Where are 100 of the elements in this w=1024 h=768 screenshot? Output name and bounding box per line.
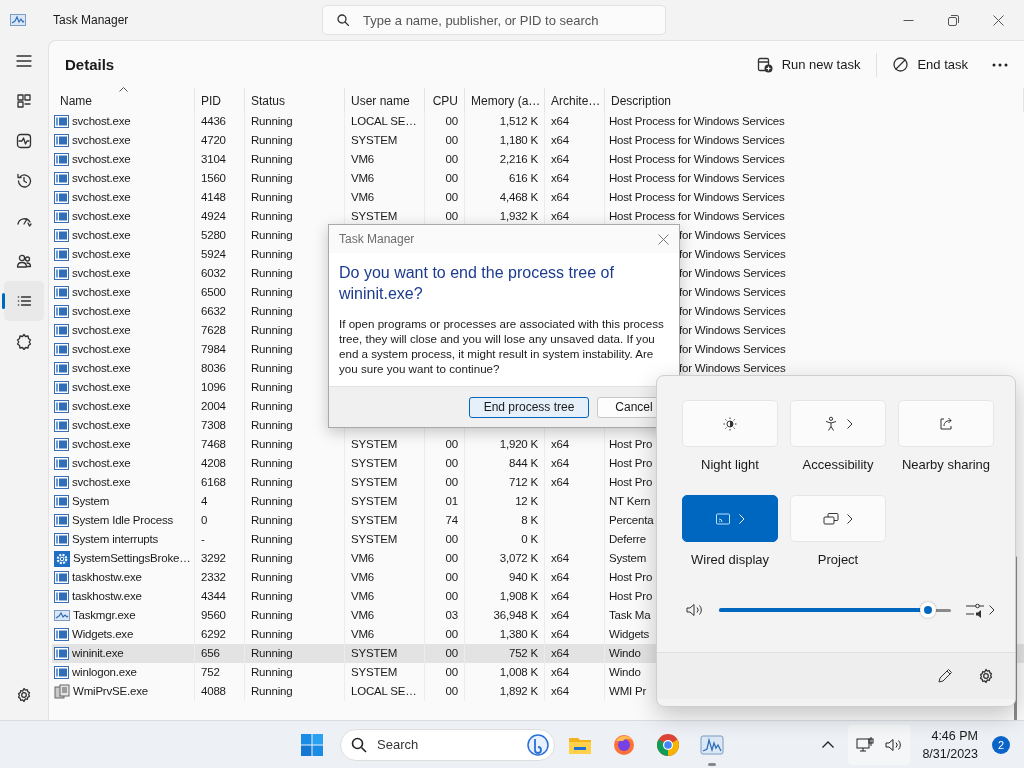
table-cell: SYSTEM bbox=[351, 647, 398, 659]
table-cell: x64 bbox=[551, 590, 569, 602]
table-cell: Running bbox=[251, 324, 293, 336]
table-cell-text: svchost.exe bbox=[72, 456, 131, 471]
window-icon bbox=[54, 286, 69, 299]
window-icon bbox=[54, 229, 69, 242]
table-row[interactable]: svchost.exe 1560 Running VM6 00 616 K x64 Host Process for Windows Services bbox=[52, 169, 1024, 188]
tile-label: Night light bbox=[701, 457, 759, 472]
pencil-icon[interactable] bbox=[937, 668, 953, 684]
table-cell-text: svchost.exe bbox=[72, 133, 131, 148]
search-field[interactable]: Search bbox=[340, 728, 555, 761]
table-cell: NT Kern bbox=[609, 495, 651, 507]
notification-badge[interactable]: 2 bbox=[992, 735, 1010, 754]
chevron-up-icon[interactable] bbox=[822, 741, 835, 748]
tray-button[interactable] bbox=[848, 724, 911, 765]
window-icon bbox=[54, 115, 69, 128]
table-row[interactable]: System 4 Running SYSTEM 01 12 K NT Kern bbox=[52, 492, 1024, 511]
quick-toggle[interactable] bbox=[682, 495, 778, 542]
table-cell: SYSTEM bbox=[351, 457, 398, 469]
table-cell: VM6 bbox=[351, 172, 375, 184]
table-cell: for Windows Services bbox=[679, 343, 786, 355]
table-cell: 2332 bbox=[201, 571, 226, 583]
table-row[interactable]: Taskmgr.exe 9560 Running VM6 03 36,948 K x64 Task Ma bbox=[52, 606, 1024, 625]
window-icon bbox=[54, 533, 69, 546]
clock-date: 8/31/2023 bbox=[922, 745, 978, 763]
table-cell: 4344 bbox=[201, 590, 226, 602]
chart-icon bbox=[54, 609, 70, 622]
column-header[interactable]: PID bbox=[201, 94, 221, 108]
end-task-button[interactable]: End task bbox=[883, 48, 978, 81]
history-icon bbox=[15, 172, 33, 190]
table-cell: Windo bbox=[609, 647, 641, 659]
column-header[interactable]: User name bbox=[351, 94, 410, 108]
table-row[interactable]: System Idle Process 0 Running SYSTEM 74 8 K Percenta bbox=[52, 511, 1024, 530]
search-icon bbox=[351, 736, 367, 753]
window-icon bbox=[54, 590, 69, 603]
table-row[interactable]: svchost.exe 4720 Running SYSTEM 00 1,180 K x64 Host Process for Windows Services bbox=[52, 131, 1024, 150]
table-cell: Running bbox=[251, 495, 293, 507]
table-cell: 5924 bbox=[201, 248, 226, 260]
table-row[interactable]: taskhostw.exe 2332 Running VM6 00 940 K x64 Host Pro bbox=[52, 568, 1024, 587]
column-header[interactable]: Memory (a… bbox=[471, 94, 541, 108]
column-header[interactable]: Status bbox=[251, 94, 286, 108]
table-row[interactable]: svchost.exe 6168 Running SYSTEM 00 712 K x64 Host Pro bbox=[52, 473, 1024, 492]
table-cell: 00 bbox=[445, 134, 458, 146]
table-cell: 752 bbox=[201, 666, 220, 678]
column-header[interactable]: CPU bbox=[432, 94, 458, 108]
table-cell: 6168 bbox=[201, 476, 226, 488]
table-row[interactable]: svchost.exe 7468 Running SYSTEM 00 1,920 K x64 Host Pro bbox=[52, 435, 1024, 454]
settings-icon bbox=[15, 686, 33, 704]
volume-slider[interactable] bbox=[719, 600, 951, 620]
table-cell: 1096 bbox=[201, 381, 226, 393]
table-cell: 00 bbox=[445, 533, 458, 545]
start-icon[interactable] bbox=[300, 732, 324, 757]
table-row[interactable]: svchost.exe 3104 Running VM6 00 2,216 K x64 Host Process for Windows Services bbox=[52, 150, 1024, 169]
table-row[interactable]: svchost.exe 4436 Running LOCAL SE… 00 1,512 K x64 Host Process for Windows Services bbox=[52, 112, 1024, 131]
table-cell: VM6 bbox=[351, 590, 375, 602]
table-cell-text: svchost.exe bbox=[72, 380, 131, 395]
mixer-icon[interactable] bbox=[965, 602, 985, 618]
window-icon bbox=[54, 362, 69, 375]
table-cell: 74 bbox=[445, 514, 458, 526]
table-row[interactable]: taskhostw.exe 4344 Running VM6 00 1,908 K x64 Host Pro bbox=[52, 587, 1024, 606]
close-icon[interactable] bbox=[658, 233, 669, 245]
table-cell: x64 bbox=[551, 153, 569, 165]
search-icon bbox=[337, 14, 349, 26]
table-cell-text: SystemSettingsBroke… bbox=[73, 551, 191, 566]
table-cell: Host Pro bbox=[609, 438, 653, 450]
column-header[interactable]: Description bbox=[611, 94, 672, 108]
table-cell: Running bbox=[251, 609, 293, 621]
table-cell: SYSTEM bbox=[351, 476, 398, 488]
grid-icon bbox=[15, 92, 33, 110]
blocked-icon bbox=[893, 57, 909, 72]
search-field[interactable]: Type a name, publisher, or PID to search bbox=[322, 5, 666, 35]
table-cell: 00 bbox=[445, 590, 458, 602]
table-row[interactable]: System interrupts - Running SYSTEM 00 0 K Deferre bbox=[52, 530, 1024, 549]
slider-thumb[interactable] bbox=[919, 602, 936, 618]
table-cell: 4924 bbox=[201, 210, 226, 222]
table-cell: Host Process for Windows Services bbox=[609, 134, 785, 146]
column-header[interactable]: Archite… bbox=[551, 94, 601, 108]
table-cell: WMI Pr bbox=[609, 685, 647, 697]
table-cell: Running bbox=[251, 438, 293, 450]
table-cell: Running bbox=[251, 115, 293, 127]
table-cell: 7984 bbox=[201, 343, 226, 355]
run-task-button[interactable]: Run new task bbox=[746, 48, 871, 81]
table-row[interactable]: WmiPrvSE.exe 4088 Running LOCAL SE… 00 1,892 K x64 WMI Pr bbox=[52, 682, 1024, 701]
table-cell-text: svchost.exe bbox=[72, 399, 131, 414]
settings-icon[interactable] bbox=[977, 667, 995, 685]
column-header[interactable]: Name bbox=[60, 94, 92, 108]
chevron-icon[interactable] bbox=[989, 605, 995, 615]
dialog-button[interactable]: End process tree bbox=[469, 396, 589, 418]
table-cell: for Windows Services bbox=[679, 229, 786, 241]
dialog-message: If open programs or processes are associated with this process tree, they will close and you will lose any unsaved data. If you end a system process, it might result in system instability. Are you sure you want to continue? bbox=[339, 316, 665, 376]
table-cell: 4436 bbox=[201, 115, 226, 127]
table-cell: 4 bbox=[201, 495, 208, 507]
table-row[interactable]: svchost.exe 4148 Running VM6 00 4,468 K x64 Host Process for Windows Services bbox=[52, 188, 1024, 207]
speaker-icon[interactable] bbox=[685, 602, 705, 618]
nav-item[interactable] bbox=[4, 281, 44, 321]
table-cell: 00 bbox=[445, 552, 458, 564]
sort-caret-icon bbox=[119, 87, 128, 92]
table-row[interactable]: winlogon.exe 752 Running SYSTEM 00 1,008 K x64 Windo bbox=[52, 663, 1024, 682]
dialog-heading: Do you want to end the process tree of wininit.exe? bbox=[339, 263, 615, 304]
chevron-icon bbox=[739, 513, 745, 524]
